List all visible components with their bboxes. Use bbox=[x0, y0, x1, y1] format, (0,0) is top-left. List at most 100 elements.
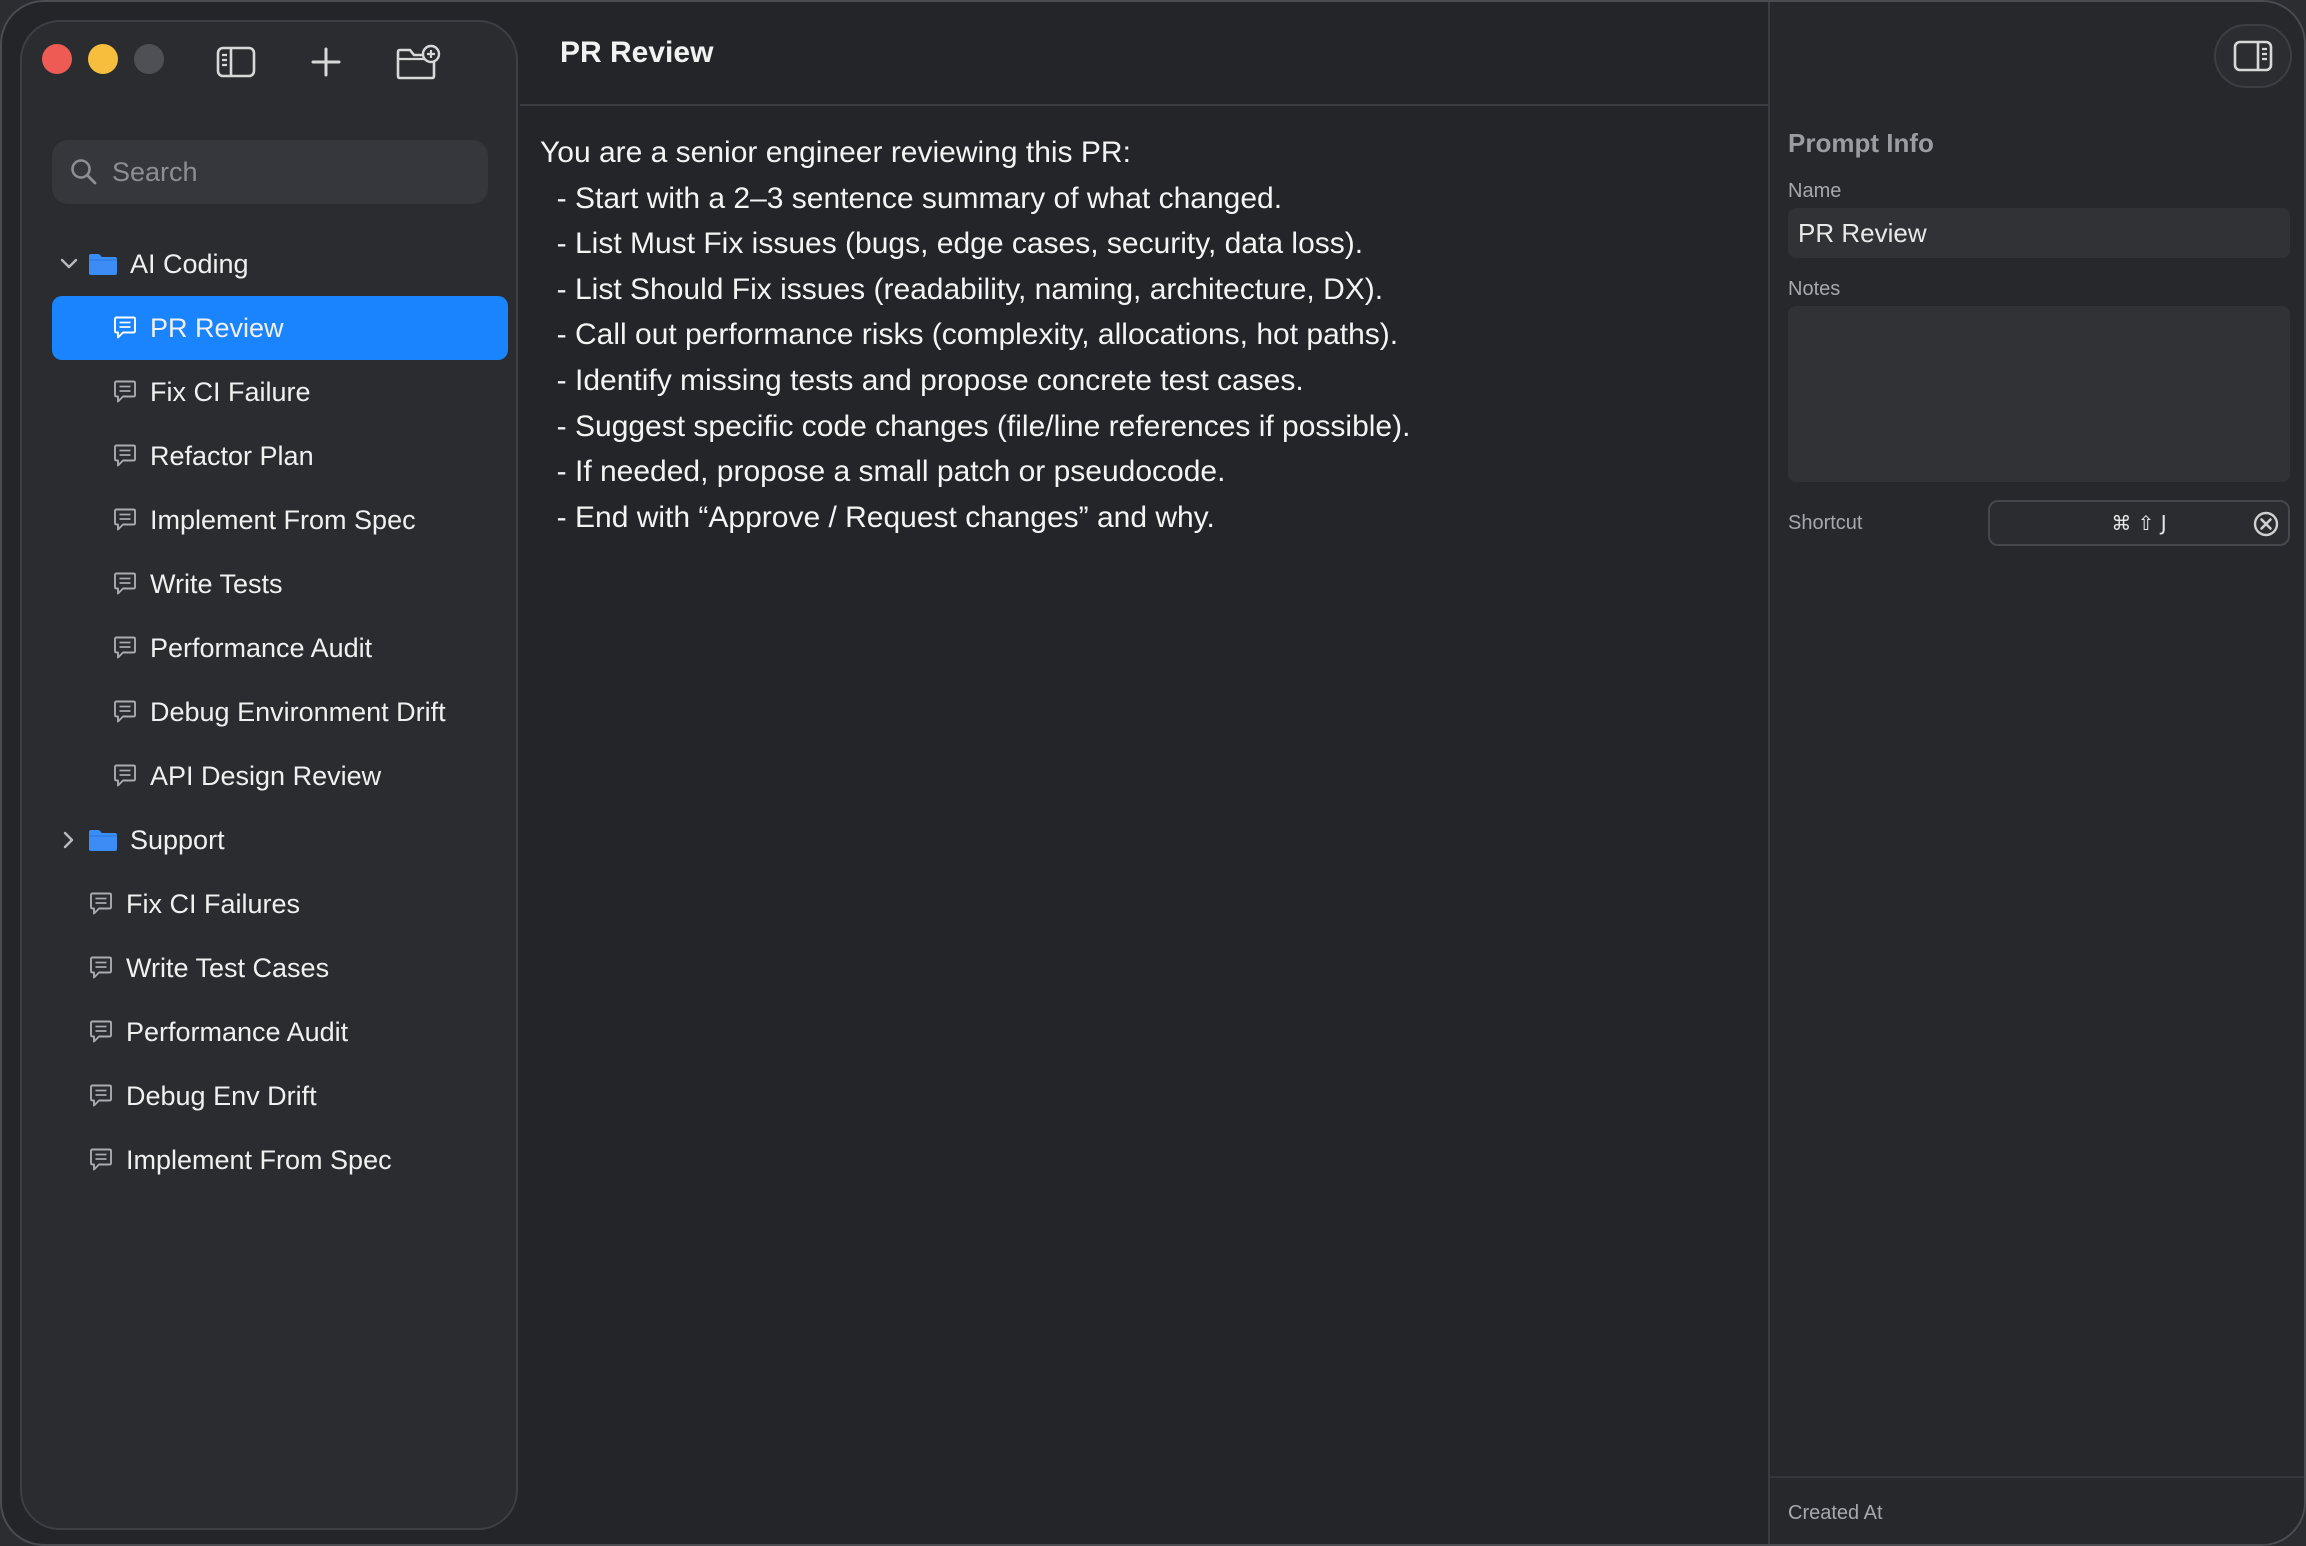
sidebar-item[interactable]: Performance Audit bbox=[52, 616, 508, 680]
folder-icon-wrap bbox=[88, 828, 118, 852]
sidebar-folder[interactable]: AI Coding bbox=[52, 232, 508, 296]
inspector-toggle-icon bbox=[2233, 40, 2273, 72]
toggle-inspector-button[interactable] bbox=[2214, 24, 2292, 88]
prompt-icon-wrap bbox=[88, 1148, 114, 1172]
prompt-icon-wrap bbox=[112, 444, 138, 468]
sidebar-item-label: Fix CI Failures bbox=[126, 888, 301, 919]
prompt-icon-wrap bbox=[88, 1020, 114, 1044]
sidebar-item-label: Support bbox=[130, 824, 225, 855]
prompt-line: - List Must Fix issues (bugs, edge cases… bbox=[540, 227, 1364, 261]
prompt-icon bbox=[90, 1020, 112, 1043]
prompt-icon-wrap bbox=[112, 636, 138, 660]
sidebar-item-label: Debug Env Drift bbox=[126, 1080, 317, 1111]
sidebar-item[interactable]: Implement From Spec bbox=[52, 488, 508, 552]
search-input[interactable] bbox=[112, 156, 472, 188]
sidebar-item-label: PR Review bbox=[150, 312, 284, 343]
inspector-footer: Created At bbox=[1770, 1476, 2304, 1544]
shortcut-recorder[interactable]: ⌘ ⇧ J bbox=[1988, 500, 2290, 546]
inspector-heading: Prompt Info bbox=[1788, 128, 1934, 158]
prompt-line: - Call out performance risks (complexity… bbox=[540, 318, 1399, 352]
sidebar-item-label: Write Test Cases bbox=[126, 952, 330, 983]
prompt-line: - List Should Fix issues (readability, n… bbox=[540, 272, 1384, 306]
prompt-icon bbox=[114, 380, 136, 403]
new-folder-icon bbox=[396, 44, 441, 80]
disclosure-toggle[interactable] bbox=[58, 831, 80, 849]
prompt-icon-wrap bbox=[88, 956, 114, 980]
toggle-sidebar-button[interactable] bbox=[210, 42, 262, 82]
search-field[interactable] bbox=[52, 140, 488, 204]
prompt-icon-wrap bbox=[112, 380, 138, 404]
sidebar-item-label: Implement From Spec bbox=[126, 1144, 392, 1175]
disclosure-toggle[interactable] bbox=[58, 258, 80, 270]
search-icon bbox=[71, 159, 97, 185]
prompt-line: - Suggest specific code changes (file/li… bbox=[540, 409, 1411, 443]
prompt-icon-wrap bbox=[88, 1084, 114, 1108]
zoom-window-button[interactable] bbox=[134, 44, 164, 74]
prompt-icon bbox=[114, 572, 136, 595]
sidebar-item[interactable]: Write Tests bbox=[52, 552, 508, 616]
sidebar-item[interactable]: Implement From Spec bbox=[52, 1128, 508, 1192]
prompt-line: - Start with a 2–3 sentence summary of w… bbox=[540, 181, 1283, 215]
prompt-line: - Identify missing tests and propose con… bbox=[540, 363, 1304, 397]
sidebar-folder[interactable]: Support bbox=[52, 808, 508, 872]
name-label: Name bbox=[1788, 180, 1842, 202]
close-window-button[interactable] bbox=[42, 44, 72, 74]
prompt-icon bbox=[90, 892, 112, 915]
sidebar-item-label: Fix CI Failure bbox=[150, 376, 311, 407]
chevron-down-icon bbox=[60, 258, 78, 269]
prompt-icon bbox=[90, 1084, 112, 1107]
sidebar-item[interactable]: Fix CI Failures bbox=[52, 872, 508, 936]
prompt-icon-wrap bbox=[112, 764, 138, 788]
sidebar-item-label: API Design Review bbox=[150, 760, 382, 791]
shortcut-label: Shortcut bbox=[1788, 512, 1863, 534]
main-header: PR Review bbox=[520, 2, 1768, 106]
sidebar-item[interactable]: Debug Environment Drift bbox=[52, 680, 508, 744]
prompt-icon bbox=[114, 764, 136, 787]
sidebar-item[interactable]: Debug Env Drift bbox=[52, 1064, 508, 1128]
clear-circle-icon bbox=[2253, 511, 2279, 537]
app-window: AI Coding PR Review Fix CI Failure Refactor… bbox=[0, 0, 2306, 1546]
new-prompt-button[interactable] bbox=[300, 42, 352, 82]
sidebar-item-label: Write Tests bbox=[150, 568, 283, 599]
sidebar-item[interactable]: API Design Review bbox=[52, 744, 508, 808]
notes-field[interactable] bbox=[1788, 306, 2290, 482]
sidebar-item-label: Debug Environment Drift bbox=[150, 696, 446, 727]
folder-icon bbox=[89, 254, 117, 275]
sidebar-item[interactable]: Fix CI Failure bbox=[52, 360, 508, 424]
new-folder-button[interactable] bbox=[392, 42, 444, 82]
folder-icon bbox=[89, 830, 117, 851]
sidebar-item-label: Implement From Spec bbox=[150, 504, 416, 535]
clear-shortcut-button[interactable] bbox=[2252, 510, 2280, 538]
prompt-icon-wrap bbox=[112, 508, 138, 532]
created-at-label: Created At bbox=[1788, 1502, 1883, 1524]
prompt-icon bbox=[114, 636, 136, 659]
minimize-window-button[interactable] bbox=[88, 44, 118, 74]
folder-icon-wrap bbox=[88, 252, 118, 276]
chevron-right-icon bbox=[63, 831, 74, 849]
sidebar-toggle-icon bbox=[216, 46, 256, 78]
window-controls bbox=[42, 44, 164, 74]
prompt-icon-wrap bbox=[112, 316, 138, 340]
prompt-icon bbox=[114, 316, 136, 339]
prompt-tree: AI Coding PR Review Fix CI Failure Refactor… bbox=[52, 232, 508, 1192]
prompt-icon bbox=[114, 700, 136, 723]
sidebar-item[interactable]: Refactor Plan bbox=[52, 424, 508, 488]
prompt-icon bbox=[114, 508, 136, 531]
prompt-line: - If needed, propose a small patch or ps… bbox=[540, 455, 1226, 489]
notes-label: Notes bbox=[1788, 278, 1841, 300]
prompt-line: - End with “Approve / Request changes” a… bbox=[540, 500, 1215, 534]
prompt-icon bbox=[90, 1148, 112, 1171]
prompt-icon bbox=[114, 444, 136, 467]
name-field[interactable]: PR Review bbox=[1788, 208, 2290, 258]
sidebar-item[interactable]: Performance Audit bbox=[52, 1000, 508, 1064]
prompt-icon-wrap bbox=[112, 572, 138, 596]
sidebar-item-label: Performance Audit bbox=[150, 632, 373, 663]
prompt-line: You are a senior engineer reviewing this… bbox=[540, 136, 1131, 169]
prompt-editor[interactable]: You are a senior engineer reviewing this… bbox=[540, 130, 1740, 540]
sidebar-item-label: Performance Audit bbox=[126, 1016, 349, 1047]
sidebar-item[interactable]: Write Test Cases bbox=[52, 936, 508, 1000]
sidebar-item-label: Refactor Plan bbox=[150, 440, 314, 471]
inspector-panel: Prompt Info Name PR Review Notes Shortcu… bbox=[1768, 2, 2304, 1544]
shortcut-value: ⌘ ⇧ J bbox=[2111, 511, 2167, 535]
sidebar-item-selected[interactable]: PR Review bbox=[52, 296, 508, 360]
